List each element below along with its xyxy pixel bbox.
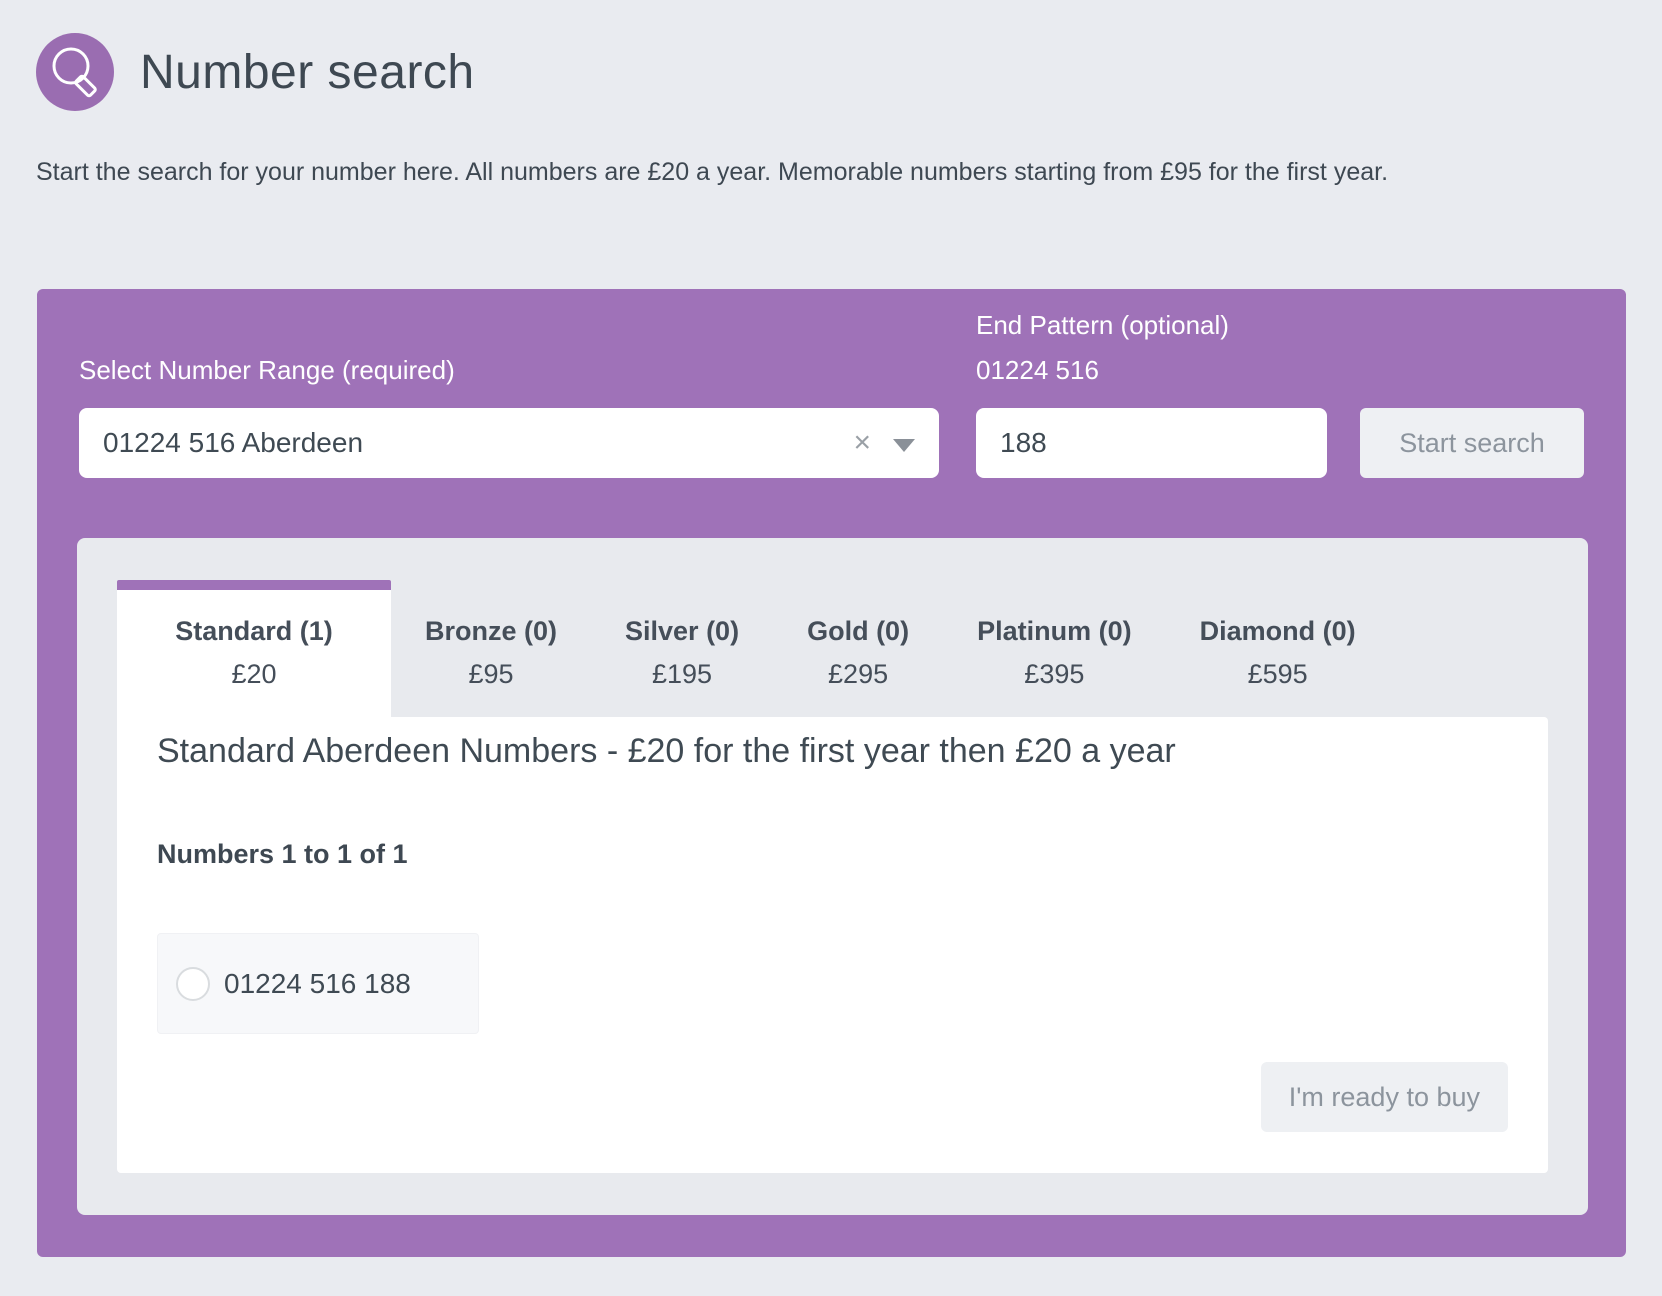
end-pattern-prefix: 01224 516 — [976, 348, 1584, 393]
tab-diamond-label: Diamond (0) — [1200, 614, 1356, 648]
tab-platinum-label: Platinum (0) — [977, 614, 1132, 648]
tab-bronze-price: £95 — [425, 657, 557, 691]
tab-diamond-price: £595 — [1200, 657, 1356, 691]
intro-text: Start the search for your number here. A… — [36, 149, 1528, 195]
number-label: 01224 516 188 — [224, 968, 411, 1000]
buy-row: I'm ready to buy — [157, 1062, 1508, 1132]
start-search-button[interactable]: Start search — [1360, 408, 1584, 478]
results-count: Numbers 1 to 1 of 1 — [157, 837, 1508, 871]
page-header: Number search — [0, 0, 1662, 111]
number-range-label: Select Number Range (required) — [79, 348, 939, 393]
tab-platinum[interactable]: Platinum (0) £395 — [943, 580, 1166, 717]
chevron-down-icon[interactable] — [893, 439, 915, 452]
tab-gold[interactable]: Gold (0) £295 — [773, 580, 943, 717]
number-option[interactable]: 01224 516 188 — [157, 933, 479, 1034]
tab-platinum-price: £395 — [977, 657, 1132, 691]
search-panel: Select Number Range (required) 01224 516… — [37, 289, 1626, 1257]
number-range-value: 01224 516 Aberdeen — [103, 427, 853, 459]
end-pattern-field: End Pattern (optional) 01224 516 Start s… — [976, 303, 1584, 478]
search-icon-circle — [36, 33, 114, 111]
search-icon — [36, 33, 114, 111]
results-heading: Standard Aberdeen Numbers - £20 for the … — [157, 729, 1508, 773]
number-range-field: Select Number Range (required) 01224 516… — [79, 348, 939, 478]
number-range-select[interactable]: 01224 516 Aberdeen × — [79, 408, 939, 478]
tab-standard-price: £20 — [117, 657, 391, 691]
ready-to-buy-button[interactable]: I'm ready to buy — [1261, 1062, 1508, 1132]
tab-silver-label: Silver (0) — [625, 614, 739, 648]
end-pattern-label: End Pattern (optional) — [976, 303, 1584, 348]
end-pattern-row: Start search — [976, 408, 1584, 478]
tab-diamond[interactable]: Diamond (0) £595 — [1166, 580, 1390, 717]
end-pattern-input[interactable] — [976, 408, 1327, 478]
clear-icon[interactable]: × — [853, 428, 871, 458]
tab-bronze-label: Bronze (0) — [425, 614, 557, 648]
number-search-page: Number search Start the search for your … — [0, 0, 1662, 1296]
search-form-row: Select Number Range (required) 01224 516… — [79, 303, 1584, 478]
tab-standard-label: Standard (1) — [117, 614, 391, 648]
number-radio[interactable] — [176, 967, 210, 1001]
tab-silver-price: £195 — [625, 657, 739, 691]
page-title: Number search — [140, 45, 475, 100]
price-tabs: Standard (1) £20 Bronze (0) £95 Silver (… — [117, 580, 1548, 717]
results-panel: Standard (1) £20 Bronze (0) £95 Silver (… — [77, 538, 1588, 1215]
tab-gold-price: £295 — [807, 657, 909, 691]
tab-gold-label: Gold (0) — [807, 614, 909, 648]
standard-tab-content: Standard Aberdeen Numbers - £20 for the … — [117, 717, 1548, 1173]
tab-standard[interactable]: Standard (1) £20 — [117, 580, 391, 717]
tab-bronze[interactable]: Bronze (0) £95 — [391, 580, 591, 717]
tab-silver[interactable]: Silver (0) £195 — [591, 580, 773, 717]
